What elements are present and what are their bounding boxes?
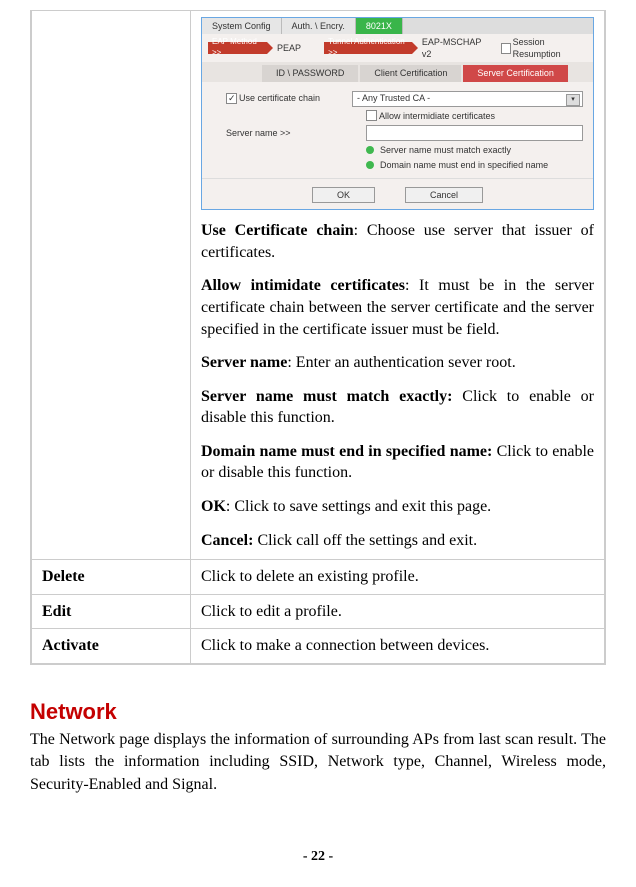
table-row: Activate Click to make a connection betw… bbox=[31, 629, 605, 664]
first-row-content: System Config Auth. \ Encry. 8021X EAP M… bbox=[191, 11, 606, 560]
network-body-text: The Network page displays the informatio… bbox=[30, 729, 606, 796]
eap-row: EAP Method >> PEAP Tunnel Authentication… bbox=[202, 34, 593, 62]
sub-tabs: ID \ PASSWORD Client Certification Serve… bbox=[202, 62, 593, 81]
tab-auth-encry[interactable]: Auth. \ Encry. bbox=[282, 18, 356, 34]
tab-client-cert[interactable]: Client Certification bbox=[360, 65, 461, 81]
server-name-input[interactable] bbox=[366, 125, 583, 141]
session-resumption-label: Session Resumption bbox=[513, 36, 587, 60]
tab-id-password[interactable]: ID \ PASSWORD bbox=[262, 65, 358, 81]
definitions-table: System Config Auth. \ Encry. 8021X EAP M… bbox=[30, 10, 606, 665]
def-domain-end: Domain name must end in specified name: … bbox=[201, 441, 594, 484]
network-heading: Network bbox=[30, 699, 606, 725]
checkbox-icon bbox=[366, 110, 377, 121]
allow-intermediate-checkbox[interactable]: Allow intermidiate certificates bbox=[366, 110, 495, 122]
def-match-exactly: Server name must match exactly: Click to… bbox=[201, 386, 594, 429]
tunnel-auth-arrow: Tunnel Authentication >> bbox=[324, 42, 412, 54]
tab-server-cert[interactable]: Server Certification bbox=[463, 65, 568, 81]
radio-selected-icon[interactable] bbox=[366, 161, 374, 169]
table-row: Delete Click to delete an existing profi… bbox=[31, 560, 605, 595]
row-edit-desc: Click to edit a profile. bbox=[191, 594, 606, 629]
row-activate-desc: Click to make a connection between devic… bbox=[191, 629, 606, 664]
server-cert-panel: ✓ Use certificate chain - Any Trusted CA… bbox=[202, 82, 593, 178]
use-cert-chain-label: Use certificate chain bbox=[239, 92, 320, 104]
dialog-buttons: OK Cancel bbox=[202, 178, 593, 209]
top-tabs: System Config Auth. \ Encry. 8021X bbox=[202, 18, 593, 34]
checkbox-icon: ✓ bbox=[226, 93, 237, 104]
row-activate-label: Activate bbox=[31, 629, 191, 664]
checkbox-icon bbox=[501, 43, 511, 54]
def-ok: OK: Click to save settings and exit this… bbox=[201, 496, 594, 518]
eap-method-arrow: EAP Method >> bbox=[208, 42, 267, 54]
def-cancel: Cancel: Click call off the settings and … bbox=[201, 530, 594, 552]
allow-intermediate-label: Allow intermidiate certificates bbox=[379, 110, 495, 122]
table-row: Edit Click to edit a profile. bbox=[31, 594, 605, 629]
dialog-screenshot: System Config Auth. \ Encry. 8021X EAP M… bbox=[201, 17, 594, 210]
row-delete-label: Delete bbox=[31, 560, 191, 595]
tab-system-config[interactable]: System Config bbox=[202, 18, 282, 34]
trusted-ca-value: - Any Trusted CA - bbox=[357, 92, 430, 104]
radio-match-exactly-label: Server name must match exactly bbox=[380, 144, 511, 156]
ok-button[interactable]: OK bbox=[312, 187, 375, 203]
def-server-name: Server name: Enter an authentication sev… bbox=[201, 352, 594, 374]
page-number: - 22 - bbox=[0, 849, 636, 865]
tab-8021x[interactable]: 8021X bbox=[356, 18, 403, 34]
trusted-ca-select[interactable]: - Any Trusted CA - ▾ bbox=[352, 91, 583, 107]
eap-method-value: PEAP bbox=[271, 42, 307, 54]
radio-domain-end-label: Domain name must end in specified name bbox=[380, 159, 548, 171]
first-row-label bbox=[31, 11, 191, 560]
row-edit-label: Edit bbox=[31, 594, 191, 629]
use-cert-chain-checkbox[interactable]: ✓ Use certificate chain bbox=[226, 92, 320, 104]
cancel-button[interactable]: Cancel bbox=[405, 187, 483, 203]
server-name-label: Server name >> bbox=[226, 127, 360, 139]
def-use-cert-chain: Use Certificate chain: Choose use server… bbox=[201, 220, 594, 263]
row-delete-desc: Click to delete an existing profile. bbox=[191, 560, 606, 595]
def-allow-intimidate: Allow intimidate certificates: It must b… bbox=[201, 275, 594, 340]
tunnel-auth-value: EAP-MSCHAP v2 bbox=[416, 36, 493, 60]
session-resumption-checkbox[interactable]: Session Resumption bbox=[501, 36, 587, 60]
radio-selected-icon[interactable] bbox=[366, 146, 374, 154]
chevron-down-icon: ▾ bbox=[566, 94, 580, 106]
